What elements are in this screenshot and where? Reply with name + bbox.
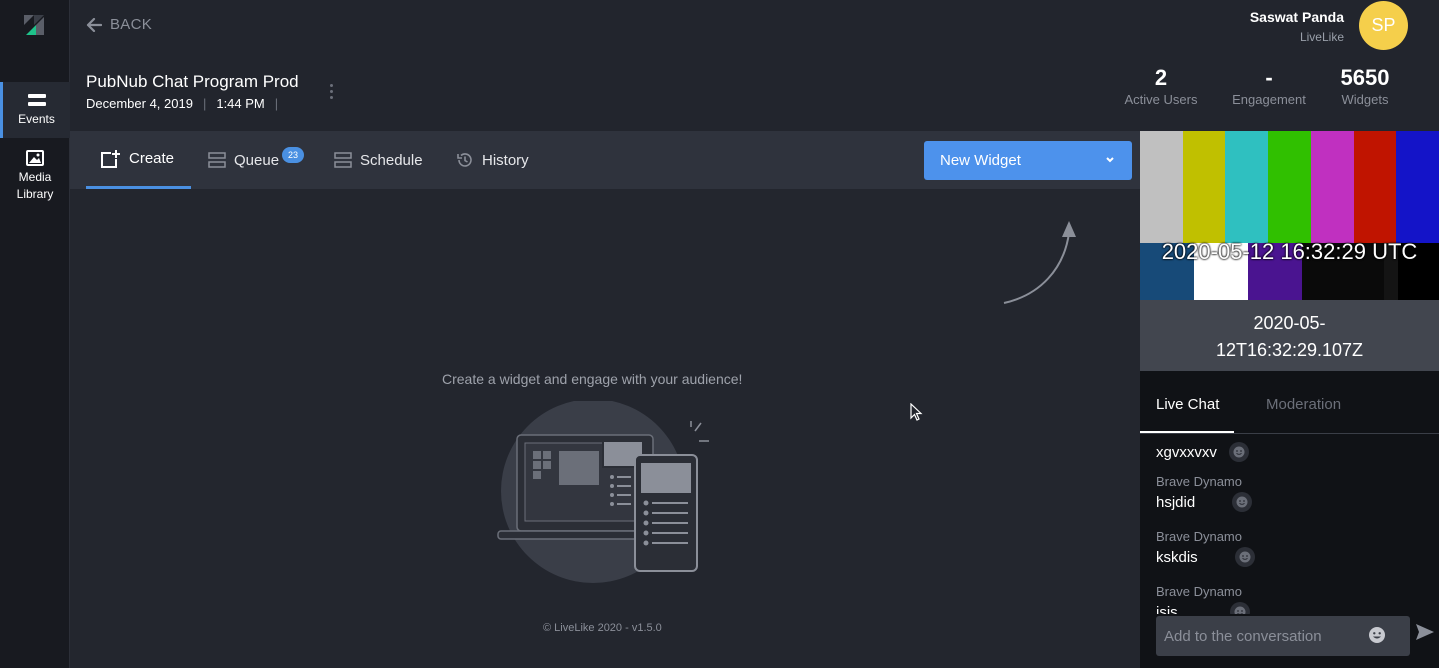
stat-value: 2 [1154,65,1168,90]
tab-live-chat[interactable]: Live Chat [1156,396,1219,413]
stat-label: Widgets [1341,92,1389,107]
tab-moderation[interactable]: Moderation [1266,396,1341,413]
events-icon [27,94,46,106]
stat-label: Active Users [1124,92,1198,107]
message-text: xgvxxvxv [1156,443,1217,461]
queue-icon [208,152,226,168]
nav-item-media-library[interactable]: Media Library [0,150,70,206]
message-text: isis [1156,603,1178,615]
tab-label: Create [129,150,175,167]
color-bars [1140,131,1439,243]
devices-illustration [497,401,709,583]
active-tab-indicator [1140,431,1234,433]
video-overlay-timestamp: 2020-05-12 16:32:29 UTC [1161,239,1418,264]
emoji-react-icon[interactable] [1234,547,1255,567]
back-label: BACK [110,16,153,33]
arrow-left-icon [86,17,102,32]
message-author: Brave Dynamo [1156,474,1242,489]
tab-label: History [482,151,529,169]
tab-queue[interactable]: Queue [208,131,279,189]
nav-item-label: Events [18,112,55,126]
stat-engagement: - Engagement [1226,65,1312,108]
history-icon [457,153,472,167]
tab-history[interactable]: History [456,131,529,189]
left-nav: Events Media Library [0,0,70,668]
curved-arrow-icon [1003,221,1076,304]
emoji-react-icon[interactable] [1232,492,1253,512]
more-options-icon[interactable] [330,84,334,100]
event-meta: December 4, 2019 | 1:44 PM | [86,96,278,111]
user-info: Saswat Panda LiveLike [1250,9,1344,44]
avatar[interactable]: SP [1359,1,1408,50]
new-widget-label: New Widget [940,152,1021,169]
chat-composer [1156,616,1410,656]
nav-item-label: Media [18,170,52,184]
queue-count-badge: 23 [282,147,304,163]
event-time: 1:44 PM [216,96,265,111]
schedule-icon [334,152,352,168]
send-icon[interactable] [1416,624,1434,640]
user-org: LiveLike [1299,30,1344,44]
chat-message: xgvxxvxv [1156,439,1416,462]
stat-active-users: 2 Active Users [1118,65,1204,108]
nav-item-label: Library [16,187,54,201]
chat-message: Brave Dynamo isis [1156,584,1416,614]
stat-value: 5650 [1340,65,1390,90]
image-icon [26,150,44,166]
tab-create[interactable]: Create [86,131,191,189]
timecode-line: 12T16:32:29.107Z [1215,340,1364,360]
tab-label: Schedule [360,151,423,169]
event-title: PubNub Chat Program Prod [86,72,299,91]
app-root: Events Media Library BACK PubNub Chat Pr… [0,0,1439,668]
back-link[interactable]: BACK [86,16,152,33]
message-author: Brave Dynamo [1156,529,1242,544]
stat-widgets: 5650 Widgets [1325,65,1405,108]
emoji-picker-icon[interactable] [1368,626,1386,644]
version-footer: © LiveLike 2020 - v1.5.0 [543,622,662,634]
widget-tab-bar: Create Queue 23 Schedule History New Wid… [70,131,1140,189]
video-timecode: 2020-05- 12T16:32:29.107Z [1140,300,1439,371]
add-widget-icon [101,148,121,168]
timecode-line: 2020-05- [1253,313,1326,333]
meta-divider: | [274,96,279,111]
tab-schedule[interactable]: Schedule [334,131,423,189]
new-widget-button[interactable]: New Widget [924,141,1132,180]
emoji-react-icon[interactable] [1228,442,1249,462]
chat-message: Brave Dynamo hsjdid [1156,474,1416,512]
right-panel: 2020-05-12 16:32:29 UTC 2020-05- 12T16:3… [1140,131,1439,668]
chat-input[interactable] [1164,627,1364,645]
meta-divider: | [202,96,207,111]
stat-label: Engagement [1232,92,1306,107]
chat-tabs: Live Chat Moderation [1140,371,1439,434]
message-text: kskdis [1156,548,1198,566]
message-text: hsjdid [1156,493,1196,511]
livelike-logo[interactable] [22,13,46,37]
nav-item-events[interactable]: Events [0,82,70,138]
event-date: December 4, 2019 [86,96,193,111]
stat-value: - [1265,65,1273,90]
message-author: Brave Dynamo [1156,584,1242,599]
empty-state-message: Create a widget and engage with your aud… [442,371,743,387]
user-name: Saswat Panda [1249,9,1344,25]
mouse-cursor-icon [910,403,923,421]
emoji-react-icon[interactable] [1229,602,1250,614]
chevron-down-icon [1106,157,1114,163]
chat-message: Brave Dynamo kskdis [1156,529,1416,567]
chat-messages[interactable]: xgvxxvxv Brave Dynamo hsjdid Brave Dynam… [1140,434,1439,614]
tab-label: Queue [234,151,280,169]
main-content: Create a widget and engage with your aud… [70,189,1140,668]
video-preview[interactable]: 2020-05-12 16:32:29 UTC [1140,131,1439,300]
